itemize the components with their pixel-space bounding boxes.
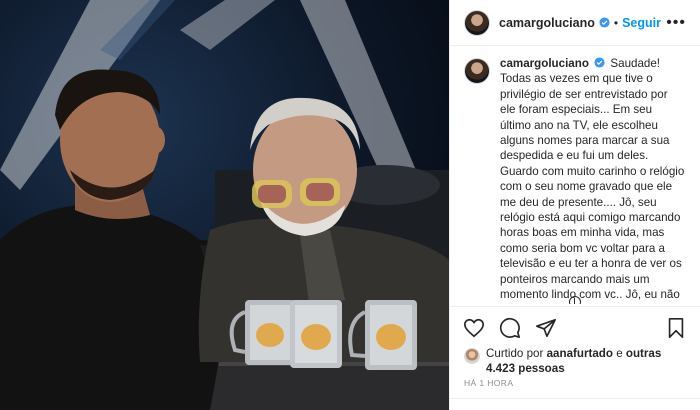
caption-area: camargoluciano Saudade! Todas as vezes e… bbox=[450, 46, 700, 304]
caption-text: camargoluciano Saudade! Todas as vezes e… bbox=[500, 56, 685, 304]
likes-prefix: Curtido por bbox=[486, 347, 544, 360]
follow-button[interactable]: Seguir bbox=[622, 16, 661, 30]
more-options-icon[interactable]: ••• bbox=[666, 14, 686, 32]
bookmark-icon[interactable] bbox=[664, 316, 688, 340]
caption-row: camargoluciano Saudade! Todas as vezes e… bbox=[464, 56, 686, 304]
caption-verified-badge-icon bbox=[594, 57, 605, 68]
post-side-panel: camargoluciano • Seguir ••• camargolucia… bbox=[449, 0, 700, 410]
liked-by-username[interactable]: aanafurtado bbox=[547, 347, 613, 360]
post-header: camargoluciano • Seguir ••• bbox=[450, 0, 700, 46]
likes-summary: Curtido por aanafurtado e outras 4.423 p… bbox=[464, 346, 690, 376]
likes-conjunction: e bbox=[616, 347, 623, 360]
post-timestamp[interactable]: HÁ 1 HORA bbox=[464, 378, 513, 388]
verified-badge-icon bbox=[599, 17, 610, 28]
caption-body: Saudade! Todas as vezes em que tive o pr… bbox=[500, 57, 685, 304]
header-separator: • bbox=[613, 15, 619, 30]
user-avatar[interactable] bbox=[464, 9, 490, 36]
likes-text: Curtido por aanafurtado e outras 4.423 p… bbox=[486, 346, 690, 376]
caption-avatar[interactable] bbox=[464, 58, 490, 84]
caption-username[interactable]: camargoluciano bbox=[500, 57, 589, 70]
heart-icon[interactable] bbox=[462, 316, 486, 340]
post-photo-illustration bbox=[0, 0, 449, 410]
scroll-down-icon[interactable] bbox=[569, 296, 581, 304]
comment-icon[interactable] bbox=[498, 316, 522, 340]
post-photo[interactable] bbox=[0, 0, 449, 410]
action-bar bbox=[450, 306, 700, 348]
liker-avatar[interactable] bbox=[464, 348, 480, 364]
share-icon[interactable] bbox=[534, 316, 558, 340]
header-username[interactable]: camargoluciano bbox=[499, 16, 595, 30]
instagram-post: camargoluciano • Seguir ••• camargolucia… bbox=[0, 0, 700, 410]
comment-box-divider bbox=[450, 398, 700, 410]
